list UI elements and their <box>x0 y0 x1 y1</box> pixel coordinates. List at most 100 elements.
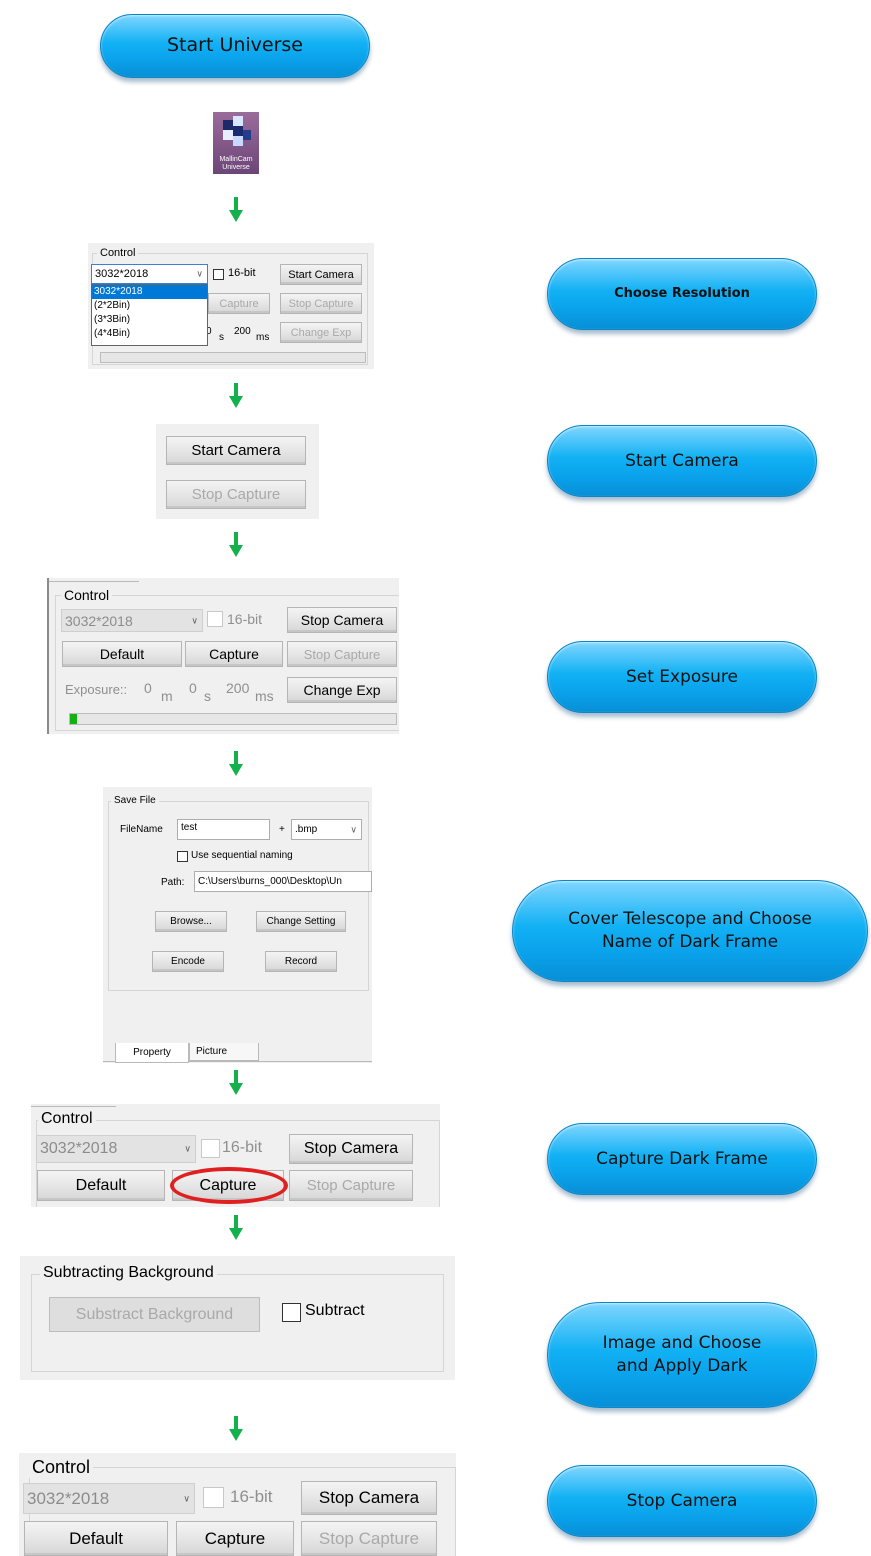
control-panel-resolution: Control 3032*2018 ∨ 16-bit Start Camera … <box>88 243 374 369</box>
stop-camera-step: Stop Camera <box>547 1465 817 1537</box>
sequential-label: Use sequential naming <box>191 850 293 861</box>
change-setting-button[interactable]: Change Setting <box>256 911 346 932</box>
bit16-label: 16-bit <box>230 1487 273 1506</box>
dropdown-option[interactable]: (4*4Bin) <box>92 327 207 341</box>
exp-sec-unit: s <box>204 688 211 704</box>
path-value: C:\Users\burns_000\Desktop\Un <box>198 876 342 887</box>
cube-logo-icon <box>223 116 251 146</box>
resolution-value: 3032*2018 <box>40 1140 118 1157</box>
capture-button[interactable]: Capture <box>208 293 270 314</box>
background-panel: Subtracting Background Substract Backgro… <box>20 1256 455 1380</box>
start-camera-button[interactable]: Start Camera <box>280 264 362 285</box>
bit16-label: 16-bit <box>227 611 263 627</box>
progress-bar <box>100 352 366 363</box>
exp-ms-value: 200 <box>234 326 251 337</box>
stop-capture-button[interactable]: Stop Capture <box>287 641 397 667</box>
tab-picture[interactable]: Picture <box>189 1043 259 1061</box>
exposure-label: Exposure:: <box>65 682 128 697</box>
filename-input[interactable]: test <box>177 819 270 840</box>
start-camera-crop: Start Camera Stop Capture <box>156 424 319 519</box>
image-apply-dark-step: Image and Choose and Apply Dark <box>547 1302 817 1408</box>
resolution-select[interactable]: 3032*2018 ∨ <box>61 609 203 632</box>
record-button[interactable]: Record <box>265 951 337 972</box>
app-icon-caption: MallinCam Universe <box>219 156 253 171</box>
step-label: Start Universe <box>166 34 303 57</box>
sequential-checkbox[interactable] <box>177 851 188 862</box>
start-camera-button[interactable]: Start Camera <box>166 436 306 465</box>
subtract-background-button[interactable]: Substract Background <box>49 1297 260 1332</box>
chevron-down-icon: ∨ <box>196 268 203 279</box>
dropdown-option[interactable]: (3*3Bin) <box>92 313 207 327</box>
resolution-dropdown-list[interactable]: 3032*2018 (2*2Bin) (3*3Bin) (4*4Bin) <box>91 284 208 346</box>
exp-sec-unit: s <box>219 332 224 343</box>
flow-arrow <box>229 383 243 409</box>
capture-button[interactable]: Capture <box>185 641 283 667</box>
extension-value: .bmp <box>295 824 318 835</box>
save-file-panel: Save File FileName test + .bmp ∨ Use seq… <box>103 787 372 1063</box>
dropdown-option[interactable]: (2*2Bin) <box>92 299 207 313</box>
resolution-value: 3032*2018 <box>27 1488 110 1508</box>
bit16-checkbox[interactable] <box>203 1487 224 1508</box>
path-input[interactable]: C:\Users\burns_000\Desktop\Un <box>194 871 372 892</box>
step-label: Capture Dark Frame <box>596 1148 768 1169</box>
universe-app-icon[interactable]: MallinCam Universe <box>213 112 259 174</box>
choose-resolution-step: Choose Resolution <box>547 258 817 330</box>
stop-camera-button[interactable]: Stop Camera <box>287 607 397 633</box>
subtract-checkbox[interactable] <box>282 1303 301 1322</box>
flow-arrow <box>229 751 243 777</box>
dropdown-option[interactable]: 3032*2018 <box>92 285 207 299</box>
capture-button[interactable]: Capture <box>176 1521 294 1556</box>
default-button[interactable]: Default <box>24 1521 168 1556</box>
chevron-down-icon: ∨ <box>183 1493 190 1503</box>
control-group-label: Control <box>61 587 113 603</box>
control-group-label: Control <box>29 1457 94 1478</box>
flow-arrow <box>229 1070 243 1096</box>
exp-ms-value: 200 <box>226 680 250 696</box>
default-button[interactable]: Default <box>37 1170 165 1201</box>
stop-camera-button[interactable]: Stop Camera <box>301 1481 437 1515</box>
flow-arrow <box>229 532 243 558</box>
resolution-select[interactable]: 3032*2018 ∨ <box>36 1135 196 1163</box>
flow-arrow <box>229 1416 243 1442</box>
capture-dark-step: Capture Dark Frame <box>547 1123 817 1195</box>
stop-capture-button[interactable]: Stop Capture <box>301 1521 437 1556</box>
stop-camera-button[interactable]: Stop Camera <box>289 1134 413 1164</box>
control-panel-stop: Control 3032*2018 ∨ 16-bit Stop Camera D… <box>19 1453 456 1556</box>
change-exp-button[interactable]: Change Exp <box>280 322 362 343</box>
exp-min-unit: m <box>161 688 173 704</box>
bit16-checkbox[interactable] <box>207 611 223 627</box>
control-panel-exposure: Control 3032*2018 ∨ 16-bit Stop Camera D… <box>47 578 399 734</box>
extension-select[interactable]: .bmp ∨ <box>291 819 362 840</box>
plus-sign: + <box>279 824 285 835</box>
change-exp-button[interactable]: Change Exp <box>287 677 397 703</box>
exp-ms-unit: ms <box>255 688 274 704</box>
subtract-label: Subtract <box>305 1302 365 1319</box>
cover-telescope-step: Cover Telescope and Choose Name of Dark … <box>512 880 868 982</box>
control-panel-capture: Control 3032*2018 ∨ 16-bit Stop Camera D… <box>31 1104 440 1207</box>
filename-value: test <box>181 822 198 833</box>
stop-capture-button[interactable]: Stop Capture <box>280 293 362 314</box>
resolution-value: 3032*2018 <box>65 612 133 629</box>
resolution-select[interactable]: 3032*2018 ∨ <box>91 264 208 284</box>
resolution-select[interactable]: 3032*2018 ∨ <box>23 1483 195 1514</box>
flow-arrow <box>229 197 243 223</box>
capture-highlight-circle <box>170 1167 288 1204</box>
bit16-label: 16-bit <box>222 1139 263 1156</box>
tab-property[interactable]: Property <box>115 1043 189 1063</box>
resolution-value: 3032*2018 <box>95 268 149 280</box>
bit16-checkbox[interactable] <box>213 269 224 280</box>
control-group-label: Control <box>38 1110 96 1128</box>
step-label: Cover Telescope and Choose Name of Dark … <box>568 909 812 952</box>
set-exposure-step: Set Exposure <box>547 641 817 713</box>
stop-capture-button[interactable]: Stop Capture <box>166 480 306 509</box>
panel-top-edge <box>31 1104 116 1107</box>
browse-button[interactable]: Browse... <box>155 911 227 932</box>
default-button[interactable]: Default <box>62 641 182 667</box>
start-universe-step: Start Universe <box>100 14 370 78</box>
bit16-checkbox[interactable] <box>201 1139 220 1158</box>
tab-property-label: Property <box>133 1047 171 1058</box>
encode-button[interactable]: Encode <box>152 951 224 972</box>
stop-capture-button[interactable]: Stop Capture <box>289 1170 413 1201</box>
step-label: Set Exposure <box>625 666 739 687</box>
step-label: Choose Resolution <box>614 286 750 302</box>
